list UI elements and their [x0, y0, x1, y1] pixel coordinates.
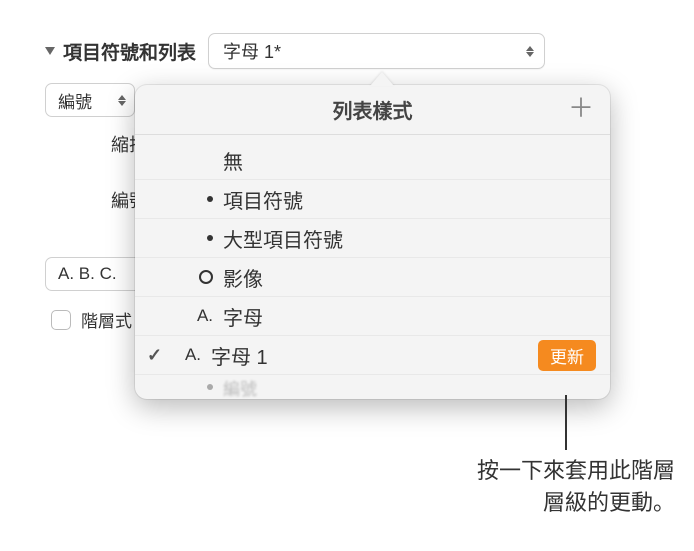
hierarchical-label: 階層式: [81, 307, 132, 332]
style-item-truncated[interactable]: 編號: [135, 375, 610, 399]
style-label: 字母 1: [211, 341, 268, 370]
numbering-type-dropdown[interactable]: 編號: [45, 83, 135, 117]
style-label: 字母: [223, 302, 263, 331]
updown-arrows-icon: [526, 46, 534, 57]
section-header[interactable]: 項目符號和列表: [45, 38, 196, 65]
callout-line-2: 層級的更動。: [543, 490, 675, 515]
list-styles-popover: 列表樣式 ＋ 無 項目符號 大型項目符號 影像 A. 字母 ✓: [135, 85, 610, 399]
numbering-type-label: 編號: [58, 88, 92, 113]
hierarchical-checkbox[interactable]: [51, 310, 71, 330]
update-button[interactable]: 更新: [538, 340, 596, 371]
style-item-letter[interactable]: A. 字母: [135, 297, 610, 336]
style-item-letter-1[interactable]: ✓ A. 字母 1 更新: [135, 336, 610, 375]
style-item-none[interactable]: 無: [135, 141, 610, 180]
popover-title: 列表樣式: [333, 95, 413, 124]
callout-line-1: 按一下來套用此階層: [477, 458, 675, 483]
style-label: 影像: [223, 263, 263, 292]
section-title-label: 項目符號和列表: [63, 38, 196, 65]
circle-icon: [183, 270, 223, 284]
bullet-icon: [183, 196, 223, 202]
popover-header: 列表樣式 ＋: [135, 85, 610, 135]
letter-marker: A.: [183, 306, 223, 326]
callout-line: [565, 395, 567, 450]
format-value: A. B. C.: [58, 264, 117, 284]
checkmark-icon: ✓: [147, 345, 177, 366]
style-label: 無: [223, 146, 243, 175]
style-item-image[interactable]: 影像: [135, 258, 610, 297]
callout-text: 按一下來套用此階層 層級的更動。: [285, 455, 675, 519]
add-style-button[interactable]: ＋: [568, 95, 594, 121]
style-label: 大型項目符號: [223, 224, 343, 253]
style-item-big-bullet[interactable]: 大型項目符號: [135, 219, 610, 258]
popover-arrow: [370, 72, 394, 86]
bullet-icon: [183, 235, 223, 241]
style-item-bullet[interactable]: 項目符號: [135, 180, 610, 219]
letter-marker: A.: [177, 345, 211, 365]
updown-arrows-icon: [118, 95, 126, 106]
bullet-icon: [183, 384, 223, 390]
style-label: 項目符號: [223, 185, 303, 214]
style-label: 編號: [223, 375, 257, 399]
list-style-dropdown[interactable]: 字母 1*: [208, 33, 545, 69]
styles-list: 無 項目符號 大型項目符號 影像 A. 字母 ✓ A. 字母 1 更新: [135, 135, 610, 399]
chevron-down-icon: [45, 47, 55, 55]
dropdown-value: 字母 1*: [223, 38, 281, 64]
